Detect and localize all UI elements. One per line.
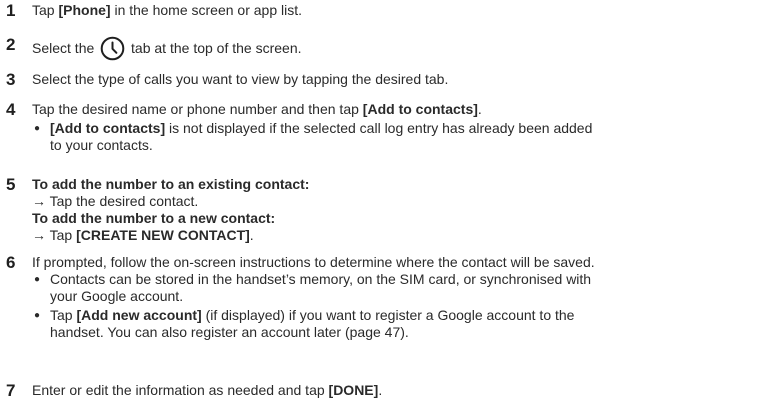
step-text-part: . — [378, 382, 383, 398]
ui-label-phone: [Phone] — [58, 2, 111, 18]
step-text-part: in the home screen or app list. — [110, 2, 303, 18]
step-text-part: tab at the top of the screen. — [127, 40, 302, 56]
step-text: Select the type of calls you want to vie… — [32, 71, 449, 87]
ui-label-create-new-contact: [CREATE NEW CONTACT] — [76, 227, 250, 243]
step-number: 3 — [6, 70, 16, 89]
ui-label-add-new-account: [Add new account] — [76, 307, 202, 323]
step-number: 2 — [6, 35, 16, 54]
step-text-part: Tap the desired name or phone number and… — [32, 101, 363, 117]
step-text: Tap [Phone] in the home screen or app li… — [32, 2, 772, 19]
subheading-new-contact: To add the number to a new contact: — [32, 210, 276, 226]
bullet-note: Tap [Add new account] (if displayed) if … — [32, 307, 772, 341]
step-text-part: If prompted, follow the on-screen instru… — [32, 254, 595, 270]
bullet-text: your Google account. — [50, 288, 184, 304]
bullet-text: (if displayed) if you want to register a… — [201, 307, 575, 323]
step-text-part: . — [477, 101, 482, 117]
bullet-text: Tap — [50, 307, 77, 323]
step-text: Enter or edit the information as needed … — [32, 382, 772, 399]
bullet-text: handset. You can also register an accoun… — [50, 324, 409, 340]
step-number: 6 — [6, 253, 16, 272]
ui-label-add-to-contacts: [Add to contacts] — [362, 101, 478, 117]
step-number: 7 — [6, 381, 16, 400]
bullet-note: [Add to contacts] is not displayed if th… — [32, 120, 772, 154]
bullet-note: Contacts can be stored in the handset’s … — [32, 271, 772, 305]
bullet-text: Contacts can be stored in the handset’s … — [50, 271, 592, 287]
step-text-part: → Tap the desired contact. — [32, 193, 199, 209]
clock-icon — [100, 36, 125, 61]
bullet-text: to your contacts. — [50, 137, 153, 153]
step-text-part: Enter or edit the information as needed … — [32, 382, 329, 398]
step-text-part: → Tap — [32, 227, 77, 243]
step-number: 5 — [6, 175, 16, 194]
step-text: If prompted, follow the on-screen instru… — [32, 254, 772, 341]
step-text-part: Tap — [32, 2, 59, 18]
ui-label-add-to-contacts: [Add to contacts] — [50, 120, 166, 136]
step-text: Tap the desired name or phone number and… — [32, 101, 772, 154]
step-text-part: Select the — [32, 40, 99, 56]
step-text: Select the tab at the top of the screen. — [32, 36, 772, 61]
step-number: 1 — [6, 1, 16, 20]
step-number: 4 — [6, 100, 16, 119]
ui-label-done: [DONE] — [328, 382, 379, 398]
step-text-part: . — [249, 227, 254, 243]
bullet-text: is not displayed if the selected call lo… — [165, 120, 593, 136]
step-text: To add the number to an existing contact… — [32, 176, 772, 244]
subheading-existing-contact: To add the number to an existing contact… — [32, 176, 310, 192]
